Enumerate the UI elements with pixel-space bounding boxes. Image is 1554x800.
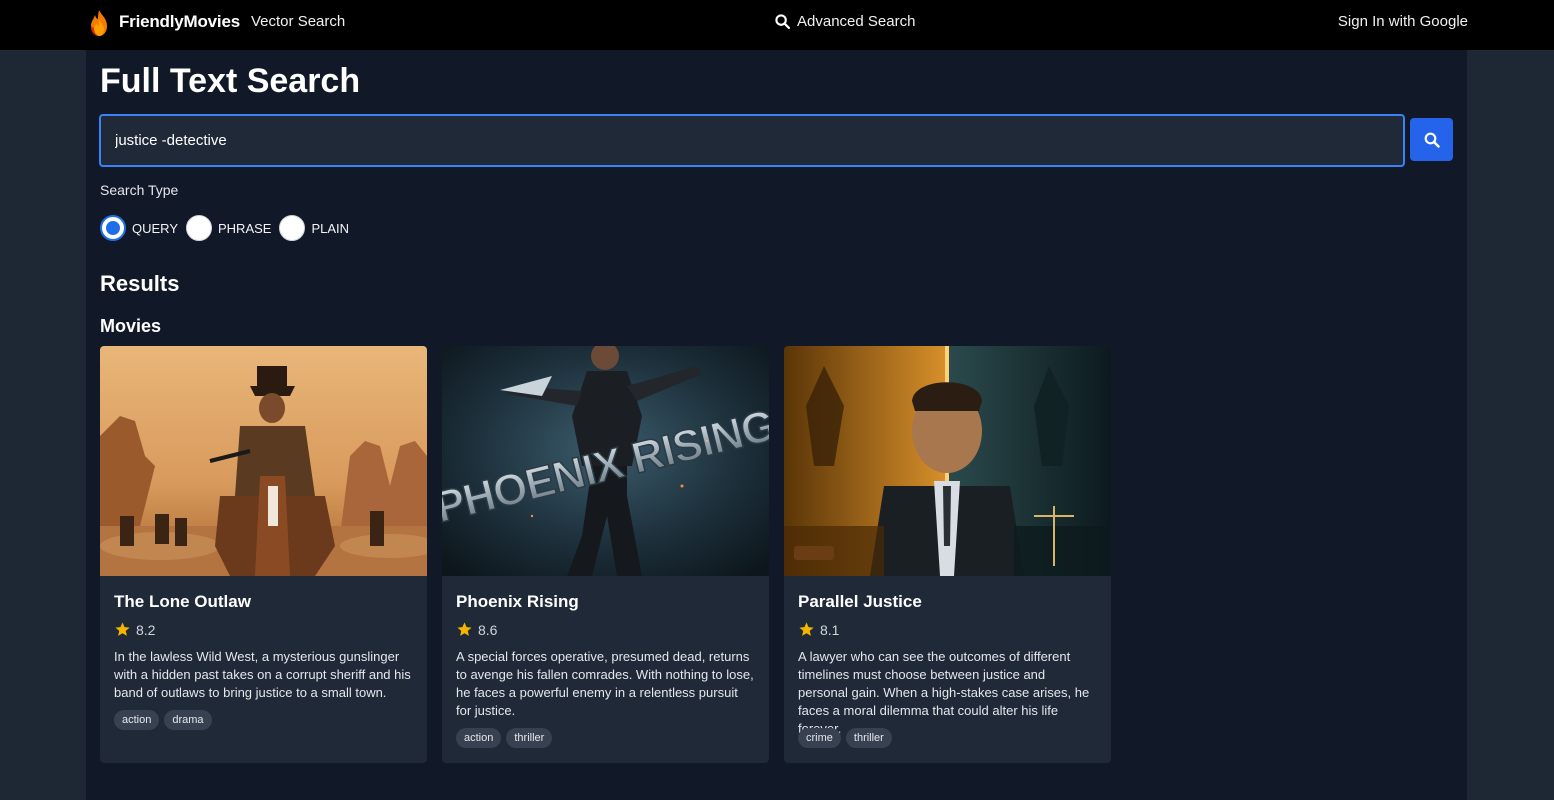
radio-button-plain[interactable] (279, 215, 306, 241)
movie-card[interactable]: Parallel Justice 8.1 A lawyer who can se… (784, 346, 1111, 763)
radio-button-query[interactable] (100, 215, 126, 241)
search-icon (775, 14, 790, 29)
movie-poster-parallel-justice[interactable] (784, 346, 1111, 576)
search-input[interactable] (99, 114, 1405, 167)
genre-tag[interactable]: crime (798, 728, 841, 748)
search-icon (1424, 132, 1440, 148)
radio-label-query: QUERY (132, 220, 178, 236)
movie-description: A lawyer who can see the outcomes of dif… (798, 649, 1090, 736)
main-content: Full Text Search Search Type QUERY PHRAS… (86, 50, 1467, 800)
star-icon (799, 622, 814, 636)
movie-description: In the lawless Wild West, a mysterious g… (114, 649, 411, 700)
sign-in-button[interactable]: Sign In with Google (1338, 13, 1468, 30)
genre-tag[interactable]: thriller (506, 728, 553, 748)
radio-label-plain: PLAIN (311, 220, 350, 236)
radio-label-phrase: PHRASE (218, 220, 272, 236)
movie-rating-value: 8.6 (478, 621, 498, 638)
genre-tag[interactable]: drama (164, 710, 212, 730)
action-poster-image: PHOENIX RISING (442, 346, 769, 576)
movie-card[interactable]: PHOENIX RISING Phoenix Rising 8.6 A spec… (442, 346, 769, 763)
movie-tags: action thriller (456, 728, 553, 748)
nav-advanced-search-label: Advanced Search (797, 13, 916, 30)
genre-tag[interactable]: action (456, 728, 502, 748)
movie-title[interactable]: The Lone Outlaw (114, 592, 251, 612)
results-heading: Results (100, 271, 180, 296)
movie-card-list: The Lone Outlaw 8.2 In the lawless Wild … (100, 346, 1111, 763)
genre-tag[interactable]: action (114, 710, 160, 730)
nav-advanced-search-link[interactable]: Advanced Search (775, 13, 915, 30)
western-poster-image (100, 346, 427, 576)
nav-vector-search-link[interactable]: Vector Search (251, 13, 345, 30)
flame-logo-icon[interactable] (87, 9, 111, 37)
genre-tag[interactable]: thriller (845, 728, 892, 748)
movie-title[interactable]: Phoenix Rising (456, 592, 579, 612)
search-type-radio-group: QUERY PHRASE PLAIN (100, 215, 357, 241)
movie-description: A special forces operative, presumed dea… (456, 649, 754, 718)
movie-rating: 8.6 (456, 621, 497, 638)
top-navigation-bar: FriendlyMovies Vector Search Advanced Se… (0, 0, 1554, 50)
search-type-label: Search Type (100, 182, 179, 198)
movie-card[interactable]: The Lone Outlaw 8.2 In the lawless Wild … (100, 346, 427, 763)
radio-option-query[interactable]: QUERY (100, 215, 178, 241)
movie-poster-phoenix-rising[interactable]: PHOENIX RISING (442, 346, 769, 576)
star-icon (457, 622, 472, 636)
courtroom-poster-image (784, 346, 1111, 576)
brand-name[interactable]: FriendlyMovies (119, 12, 240, 32)
movie-rating: 8.1 (798, 621, 839, 638)
movie-tags: action drama (114, 710, 212, 730)
movie-tags: crime thriller (798, 728, 892, 748)
movie-title[interactable]: Parallel Justice (798, 592, 922, 612)
radio-button-phrase[interactable] (186, 215, 212, 241)
movie-rating-value: 8.2 (136, 621, 156, 638)
radio-option-plain[interactable]: PLAIN (279, 215, 349, 241)
radio-option-phrase[interactable]: PHRASE (186, 215, 271, 241)
movie-rating-value: 8.1 (820, 621, 840, 638)
movies-heading: Movies (100, 316, 162, 336)
star-icon (115, 622, 130, 636)
search-submit-button[interactable] (1410, 118, 1453, 161)
movie-poster-the-lone-outlaw[interactable] (100, 346, 427, 576)
movie-rating: 8.2 (114, 621, 155, 638)
page-title: Full Text Search (100, 62, 361, 100)
